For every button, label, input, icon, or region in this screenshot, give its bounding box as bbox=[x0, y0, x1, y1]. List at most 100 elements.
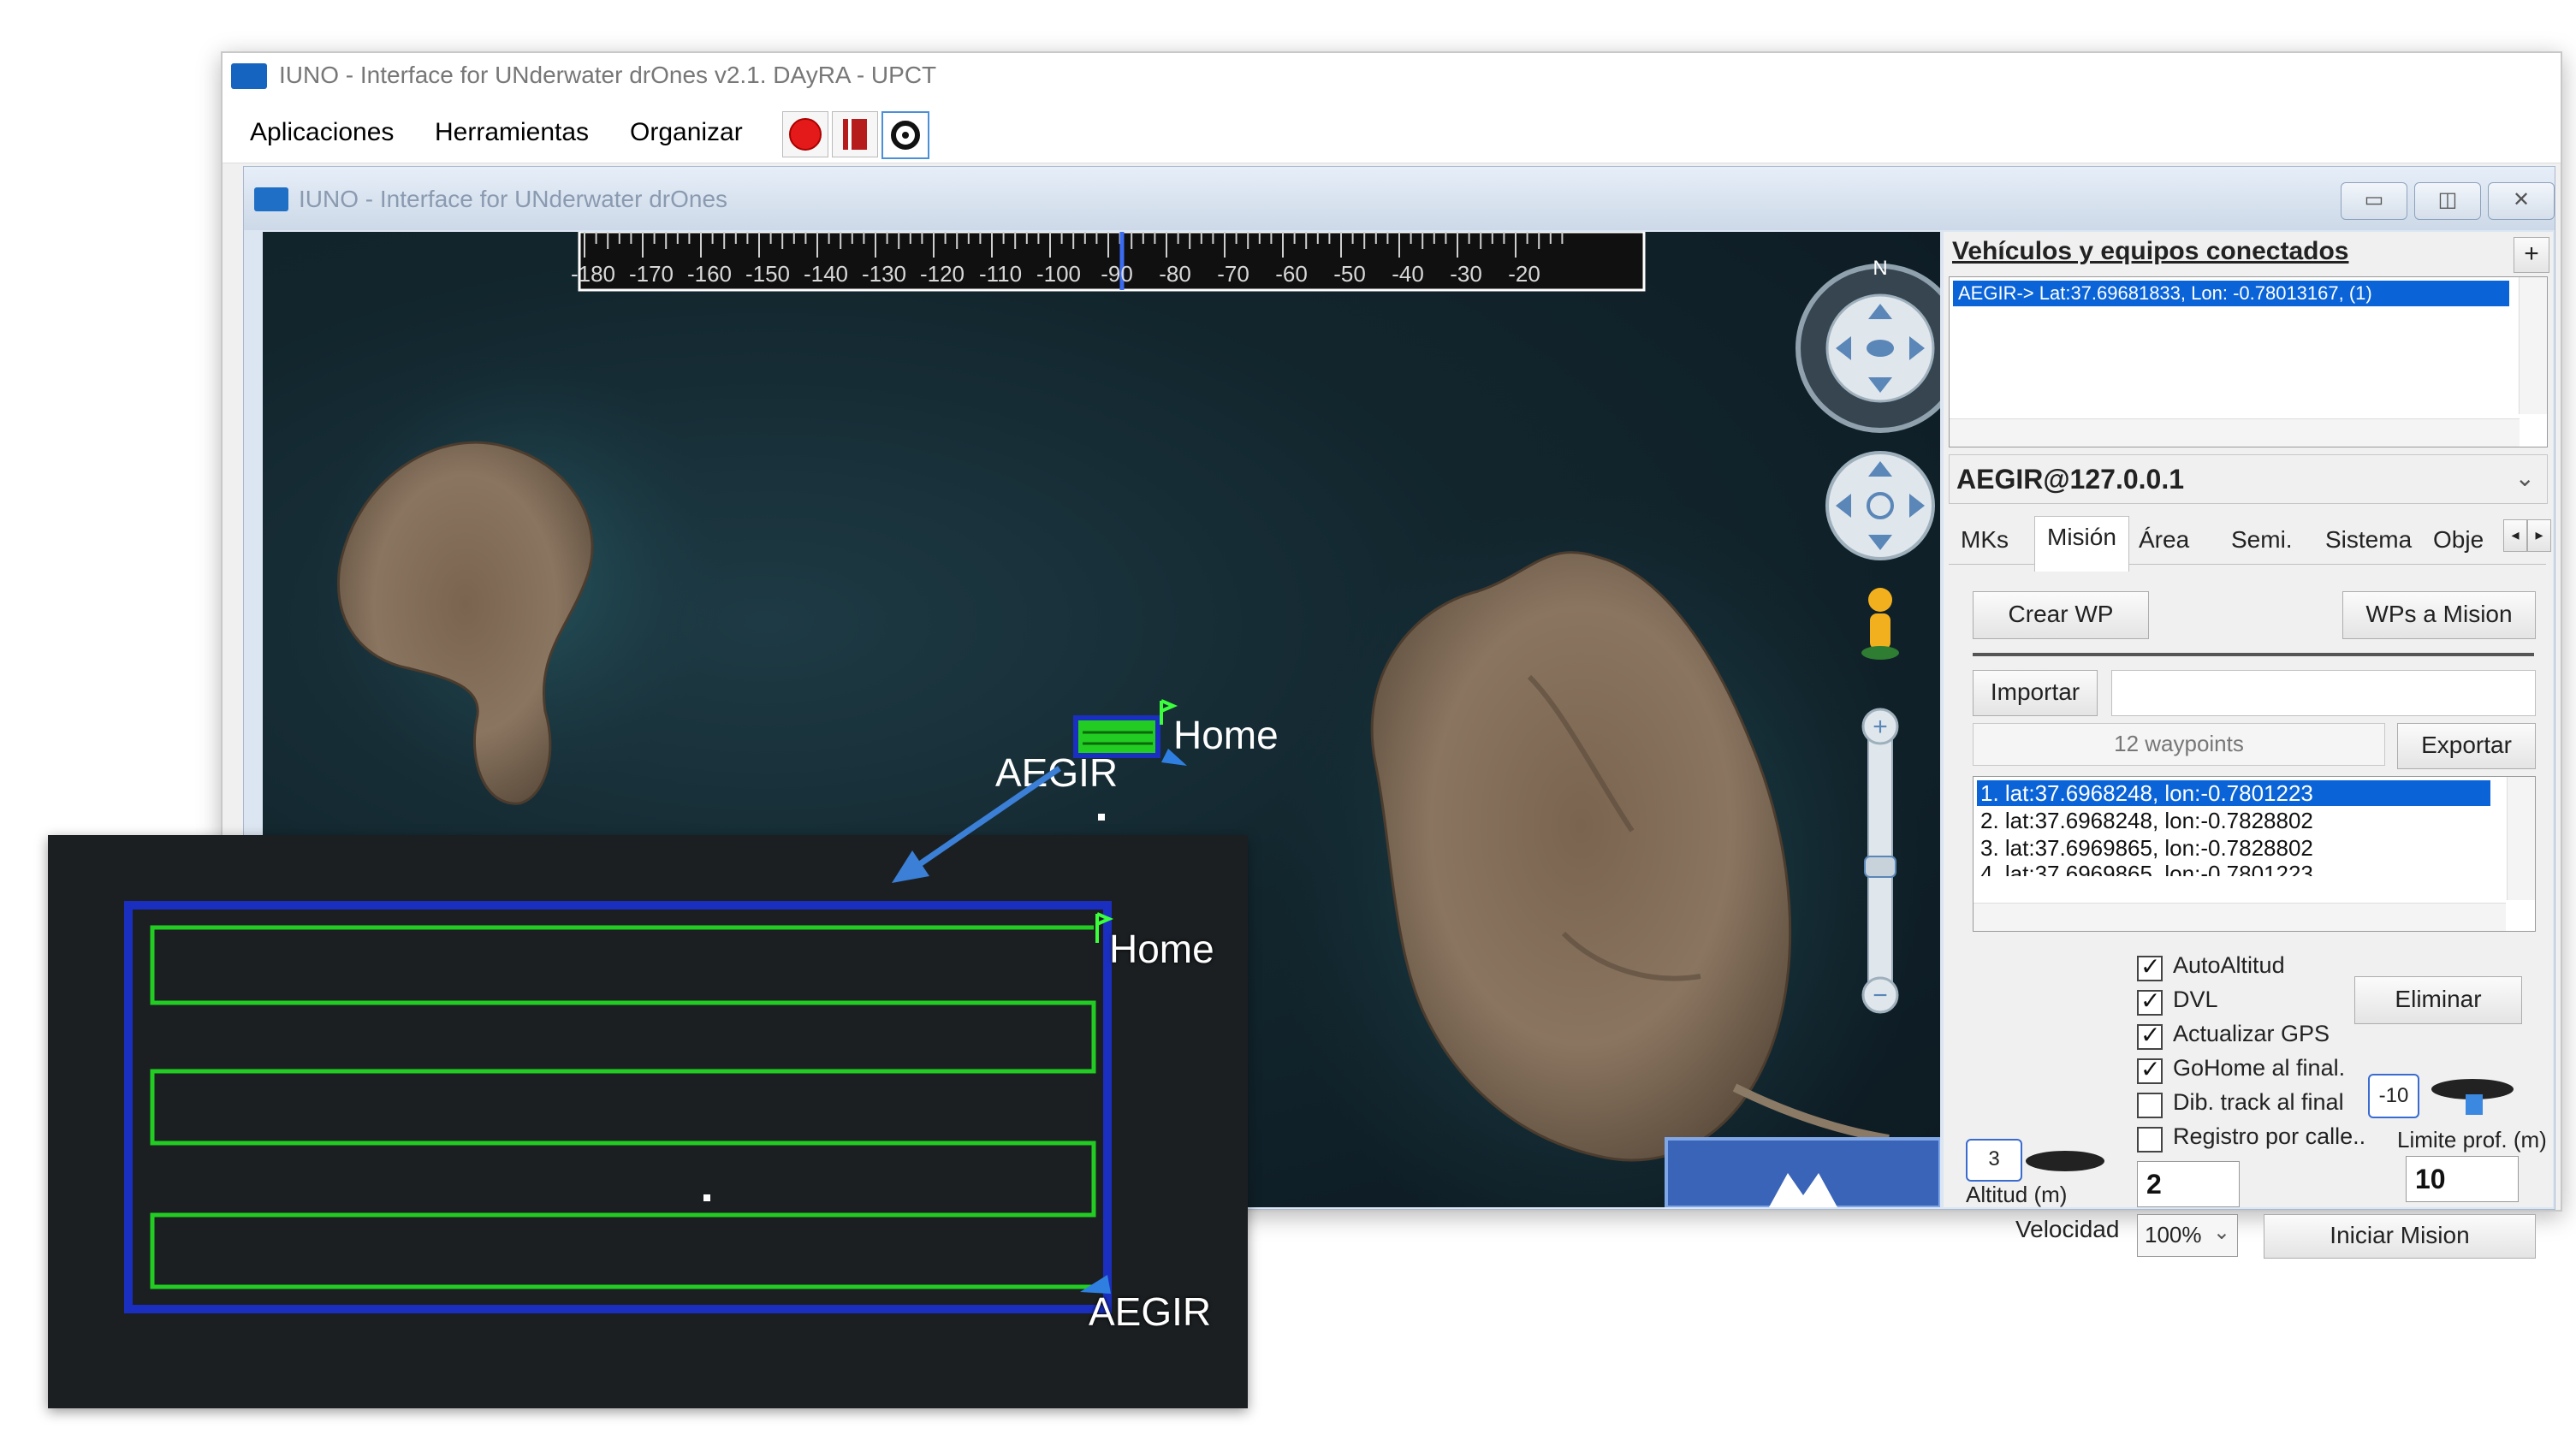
altitude-input[interactable]: 2 bbox=[2137, 1161, 2240, 1207]
tab-sistema[interactable]: Sistema bbox=[2325, 526, 2412, 554]
altitude-label: Altitud (m) bbox=[1966, 1182, 2068, 1207]
chevron-left-icon: ◂ bbox=[2511, 526, 2520, 543]
book-icon bbox=[843, 119, 867, 150]
option-checkbox[interactable] bbox=[2137, 987, 2163, 1016]
waypoint-list-hscrollbar[interactable] bbox=[1974, 903, 2506, 931]
altitude-value: 3 bbox=[1988, 1147, 2000, 1170]
wps-a-mision-button[interactable]: WPs a Mision bbox=[2342, 591, 2536, 639]
tab-strip: MKs Misión Área Semi. Sistema Obje ◂ ▸ bbox=[1949, 514, 2551, 572]
waypoint-item[interactable]: 3. lat:37.6969865, lon:-0.7828802 bbox=[1980, 835, 2313, 862]
compass-tick-label: -170 bbox=[629, 261, 674, 287]
vehicle-selector-value: AEGIR@127.0.0.1 bbox=[1956, 464, 2184, 495]
record-button[interactable] bbox=[782, 111, 828, 157]
chevron-down-icon: ⌄ bbox=[2212, 1221, 2230, 1244]
inset-point bbox=[703, 1194, 710, 1201]
depth-label: Limite prof. (m) bbox=[2397, 1127, 2547, 1153]
importar-button[interactable]: Importar bbox=[1973, 670, 2098, 716]
option-checkbox[interactable] bbox=[2137, 1021, 2163, 1050]
tab-scroll-right-button[interactable]: ▸ bbox=[2527, 519, 2551, 552]
inner-app-icon bbox=[254, 187, 288, 211]
tab-mision[interactable]: Misión bbox=[2034, 516, 2129, 572]
depth-limit-value: 10 bbox=[2415, 1164, 2446, 1194]
mission-area-boundary bbox=[124, 901, 1112, 1313]
eye-icon bbox=[1867, 340, 1894, 357]
depth-limit-input[interactable]: 10 bbox=[2406, 1156, 2519, 1202]
tab-mks[interactable]: MKs bbox=[1961, 526, 2009, 554]
waypoint-item[interactable]: 1. lat:37.6968248, lon:-0.7801223 bbox=[1980, 780, 2313, 807]
compass-tick-label: -160 bbox=[687, 261, 732, 287]
tab-scroll-left-button[interactable]: ◂ bbox=[2503, 519, 2527, 552]
speed-select[interactable]: 100% ⌄ bbox=[2137, 1214, 2238, 1257]
compass-tick-label: -120 bbox=[920, 261, 965, 287]
close-icon: ✕ bbox=[2512, 188, 2531, 211]
option-checkbox[interactable] bbox=[2137, 1055, 2163, 1084]
vehicle-list-item[interactable]: AEGIR-> Lat:37.69681833, Lon: -0.7801316… bbox=[1953, 281, 2509, 306]
waypoint-list-scrollbar[interactable] bbox=[2507, 777, 2535, 900]
compass-tick-label: -150 bbox=[745, 261, 790, 287]
option-checkbox[interactable] bbox=[2137, 1127, 2163, 1153]
look-control[interactable]: N bbox=[1795, 257, 1940, 433]
tab-area[interactable]: Área bbox=[2139, 526, 2189, 554]
title-bar: IUNO - Interface for UNderwater drOnes v… bbox=[223, 53, 2561, 104]
compass-tick-label: -110 bbox=[979, 261, 1022, 287]
zoom-pointer-arrow bbox=[892, 766, 1061, 883]
depth-value: -10 bbox=[2378, 1084, 2409, 1107]
eliminar-button[interactable]: Eliminar bbox=[2354, 976, 2522, 1024]
mission-path-view bbox=[124, 901, 1114, 1313]
depth-indicator: -10 bbox=[2368, 1074, 2419, 1118]
book-button[interactable] bbox=[832, 111, 878, 157]
vehicles-list[interactable]: AEGIR-> Lat:37.69681833, Lon: -0.7801316… bbox=[1949, 276, 2548, 447]
compass-tick-label: -50 bbox=[1333, 261, 1366, 287]
compass-tick-label: -70 bbox=[1217, 261, 1249, 287]
compass-tick-label: -40 bbox=[1392, 261, 1424, 287]
menu-aplicaciones[interactable]: Aplicaciones bbox=[250, 118, 394, 147]
waypoints-list[interactable]: 1. lat:37.6968248, lon:-0.7801223 2. lat… bbox=[1973, 776, 2536, 932]
maximize-button[interactable]: ◫ bbox=[2414, 182, 2481, 220]
compass-tick-label: -90 bbox=[1101, 261, 1133, 287]
altitude-indicator: 3 bbox=[1966, 1139, 2022, 1182]
home-flag-icon bbox=[1160, 699, 1178, 725]
submarine-icon bbox=[2431, 1079, 2514, 1115]
side-panel: Vehículos y equipos conectados + AEGIR->… bbox=[1944, 232, 2553, 1259]
north-label: N bbox=[1873, 257, 1887, 280]
zoom-slider[interactable]: + − bbox=[1861, 708, 1899, 1014]
compass-tick-label: -180 bbox=[571, 261, 615, 287]
tab-semi[interactable]: Semi. bbox=[2231, 526, 2293, 554]
import-path-field[interactable] bbox=[2111, 670, 2536, 716]
compass-tick-label: -30 bbox=[1450, 261, 1482, 287]
option-checkbox[interactable] bbox=[2137, 1093, 2163, 1118]
close-button[interactable]: ✕ bbox=[2488, 182, 2555, 220]
vehicles-title: Vehículos y equipos conectados bbox=[1952, 237, 2349, 265]
add-vehicle-button[interactable]: + bbox=[2514, 237, 2549, 273]
person-icon bbox=[1868, 588, 1892, 612]
window-title: IUNO - Interface for UNderwater drOnes v… bbox=[279, 62, 937, 88]
menu-organizar[interactable]: Organizar bbox=[630, 118, 743, 147]
crear-wp-button[interactable]: Crear WP bbox=[1973, 591, 2149, 639]
compass-tick-labels: -180 -170 -160 -150 -140 -130 -120 -110 -100 -90-… bbox=[571, 261, 1540, 287]
compass-tick-label: -140 bbox=[804, 261, 848, 287]
altitude-input-value: 2 bbox=[2146, 1169, 2162, 1200]
speed-label: Velocidad bbox=[2015, 1216, 2120, 1242]
record-icon bbox=[789, 118, 822, 151]
separator bbox=[1973, 653, 2534, 656]
compass-tick-label: -20 bbox=[1508, 261, 1540, 287]
waypoint-item[interactable]: 4. lat:37.6969865, lon:-0.7801223 bbox=[1980, 861, 2313, 876]
street-view-control[interactable] bbox=[1861, 588, 1899, 660]
map-point bbox=[1098, 814, 1105, 821]
tab-obje[interactable]: Obje bbox=[2433, 526, 2484, 554]
vehicle-list-hscrollbar[interactable] bbox=[1950, 418, 2520, 447]
menu-herramientas[interactable]: Herramientas bbox=[435, 118, 589, 147]
vehicle-selector[interactable]: AEGIR@127.0.0.1 ⌄ bbox=[1949, 454, 2548, 504]
minimize-button[interactable]: ▭ bbox=[2341, 182, 2407, 220]
option-label: Registro por calle.. bbox=[2173, 1123, 2366, 1149]
exportar-button[interactable]: Exportar bbox=[2397, 723, 2536, 769]
pan-control[interactable] bbox=[1825, 451, 1935, 560]
iniciar-mision-button[interactable]: Iniciar Mision bbox=[2264, 1214, 2536, 1259]
inset-vehicle-label: AEGIR bbox=[1089, 1289, 1212, 1334]
settings-button[interactable] bbox=[881, 111, 929, 159]
compass-tick-label: -60 bbox=[1275, 261, 1308, 287]
waypoint-item[interactable]: 2. lat:37.6968248, lon:-0.7828802 bbox=[1980, 808, 2313, 834]
vehicle-list-scrollbar[interactable] bbox=[2519, 277, 2547, 414]
option-checkbox[interactable] bbox=[2137, 952, 2163, 981]
option-label: Dib. track al final bbox=[2173, 1089, 2344, 1115]
